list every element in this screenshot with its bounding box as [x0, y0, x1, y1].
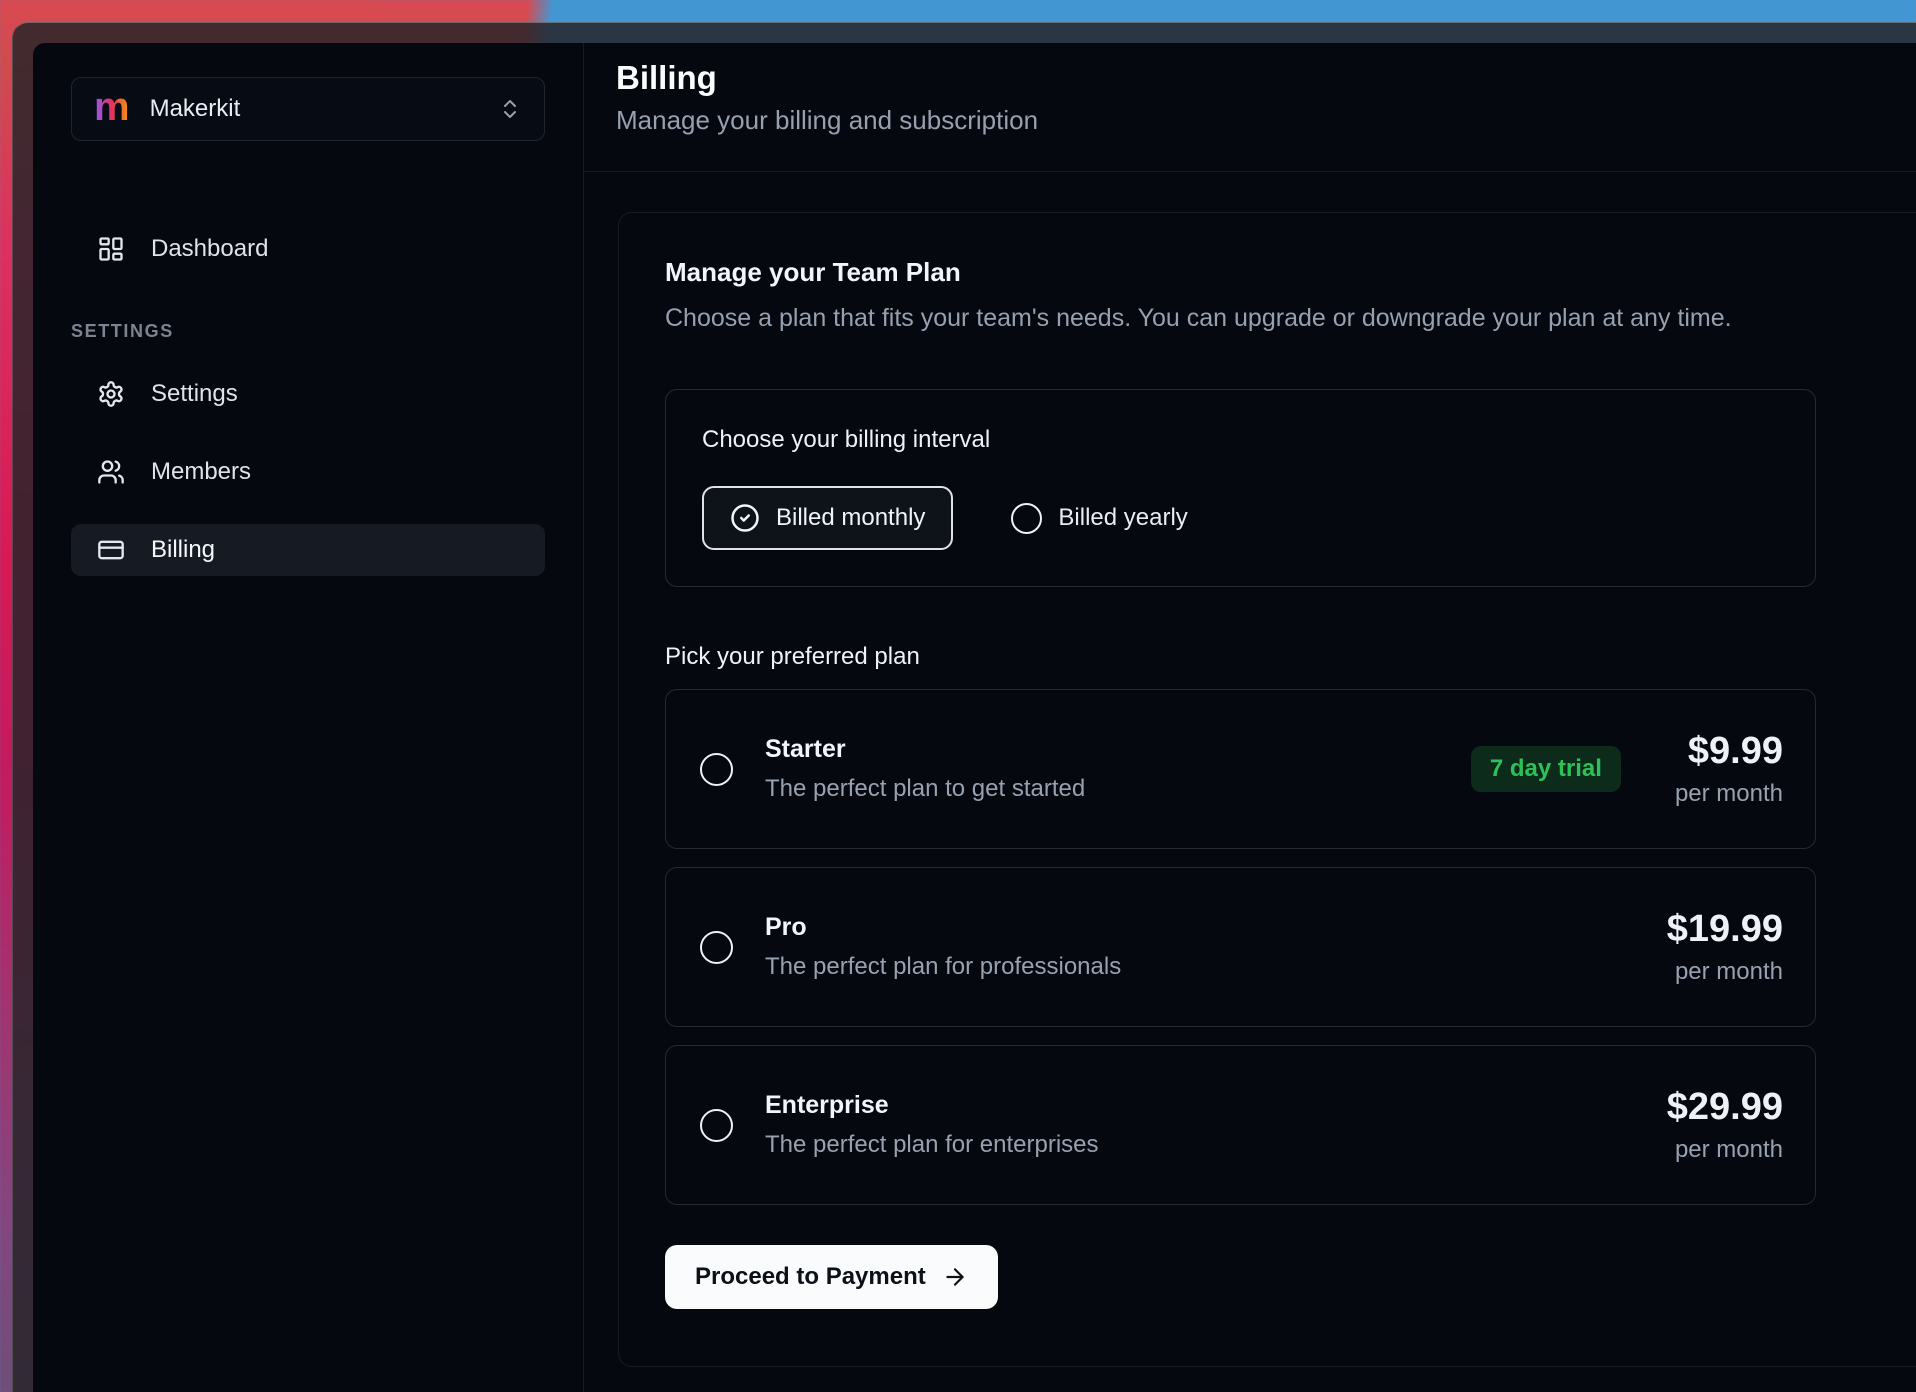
plan-pricing: $9.99 per month — [1675, 730, 1783, 808]
plan-period: per month — [1675, 780, 1783, 808]
sidebar-item-dashboard[interactable]: Dashboard — [71, 223, 545, 275]
plan-info: Pro The perfect plan for professionals — [765, 913, 1121, 981]
team-plan-card: Manage your Team Plan Choose a plan that… — [618, 212, 1916, 1367]
sidebar-nav: Dashboard SETTINGS Settings Membe — [71, 223, 545, 576]
page-header: Billing Manage your billing and subscrip… — [584, 43, 1916, 172]
plan-pricing: $29.99 per month — [1667, 1086, 1783, 1164]
users-icon — [97, 458, 125, 486]
brand-logo: m — [94, 87, 130, 131]
billed-monthly-option[interactable]: Billed monthly — [702, 486, 953, 550]
radio-circle-icon — [1011, 503, 1042, 534]
billed-yearly-option[interactable]: Billed yearly — [1011, 503, 1187, 534]
plan-period: per month — [1667, 1136, 1783, 1164]
sidebar-item-label: Dashboard — [151, 235, 268, 263]
sidebar-item-label: Billing — [151, 536, 215, 564]
sidebar: m Makerkit Dashboard SETTINGS — [33, 43, 584, 1392]
credit-card-icon — [97, 536, 125, 564]
sidebar-item-label: Settings — [151, 380, 238, 408]
sidebar-settings-group: Settings Members Billing — [71, 368, 545, 576]
card-title: Manage your Team Plan — [665, 257, 1916, 288]
plan-name: Starter — [765, 735, 1085, 764]
billing-interval-options: Billed monthly Billed yearly — [702, 486, 1779, 550]
team-selector[interactable]: m Makerkit — [71, 77, 545, 141]
plan-row-pro[interactable]: Pro The perfect plan for professionals $… — [665, 867, 1816, 1027]
plan-row-starter[interactable]: Starter The perfect plan to get started … — [665, 689, 1816, 849]
plan-info: Starter The perfect plan to get started — [765, 735, 1085, 803]
plan-description: The perfect plan for professionals — [765, 953, 1121, 981]
proceed-button-label: Proceed to Payment — [695, 1263, 926, 1291]
plan-description: The perfect plan for enterprises — [765, 1131, 1099, 1159]
plan-pricing: $19.99 per month — [1667, 908, 1783, 986]
plan-description: The perfect plan to get started — [765, 775, 1085, 803]
card-description: Choose a plan that fits your team's need… — [665, 304, 1916, 333]
plan-name: Pro — [765, 913, 1121, 942]
plan-price: $19.99 — [1667, 908, 1783, 951]
page-subtitle: Manage your billing and subscription — [616, 105, 1906, 136]
proceed-to-payment-button[interactable]: Proceed to Payment — [665, 1245, 998, 1309]
plan-period: per month — [1667, 958, 1783, 986]
trial-badge: 7 day trial — [1471, 746, 1621, 792]
chevrons-up-down-icon — [498, 97, 522, 121]
page-title: Billing — [616, 59, 1906, 97]
pick-plan-label: Pick your preferred plan — [665, 643, 1916, 671]
arrow-right-icon — [942, 1264, 968, 1290]
check-circle-icon — [730, 503, 760, 533]
plan-row-enterprise[interactable]: Enterprise The perfect plan for enterpri… — [665, 1045, 1816, 1205]
sidebar-item-settings[interactable]: Settings — [71, 368, 545, 420]
billing-interval-box: Choose your billing interval Billed mont… — [665, 389, 1816, 587]
sidebar-section-settings: SETTINGS — [71, 321, 545, 342]
sidebar-item-label: Members — [151, 458, 251, 486]
sidebar-item-members[interactable]: Members — [71, 446, 545, 498]
billed-monthly-label: Billed monthly — [776, 504, 925, 532]
content-area: Manage your Team Plan Choose a plan that… — [584, 172, 1916, 1392]
sidebar-item-billing[interactable]: Billing — [71, 524, 545, 576]
brand-name: Makerkit — [150, 95, 478, 123]
plan-name: Enterprise — [765, 1091, 1099, 1120]
billing-interval-label: Choose your billing interval — [702, 426, 1779, 454]
plan-info: Enterprise The perfect plan for enterpri… — [765, 1091, 1099, 1159]
app-window: m Makerkit Dashboard SETTINGS — [12, 22, 1916, 1392]
app-root: m Makerkit Dashboard SETTINGS — [33, 43, 1916, 1392]
dashboard-icon — [97, 235, 125, 263]
radio-circle-icon[interactable] — [700, 931, 733, 964]
gear-icon — [97, 380, 125, 408]
plan-price: $9.99 — [1675, 730, 1783, 773]
plan-price: $29.99 — [1667, 1086, 1783, 1129]
radio-circle-icon[interactable] — [700, 1109, 733, 1142]
main-content: Billing Manage your billing and subscrip… — [584, 43, 1916, 1392]
billed-yearly-label: Billed yearly — [1058, 504, 1187, 532]
radio-circle-icon[interactable] — [700, 753, 733, 786]
